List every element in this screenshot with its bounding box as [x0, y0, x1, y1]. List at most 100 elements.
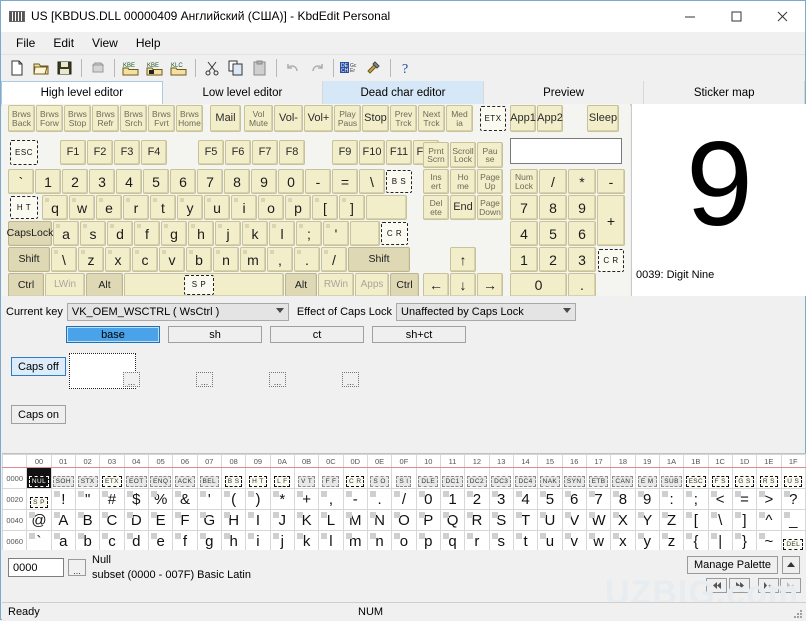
charmap-cell[interactable]: L F [269, 467, 295, 489]
alt-left-key[interactable]: Alt [86, 273, 123, 296]
charmap-cell[interactable]: P [415, 509, 441, 531]
q-key-6[interactable]: u [204, 195, 230, 220]
charmap-cell[interactable]: ; [683, 488, 709, 510]
charmap-cell[interactable]: C [99, 509, 125, 531]
caps-effect-combo[interactable]: Unaffected by Caps Lock [396, 303, 577, 321]
numpad-divide-key[interactable]: / [539, 169, 567, 194]
num-key-12[interactable]: = [332, 169, 358, 194]
num-key-13[interactable]: \ [359, 169, 385, 194]
a-key-2[interactable]: d [107, 221, 133, 246]
pause-key[interactable]: Pau se [477, 142, 503, 168]
q-key-1[interactable]: w [69, 195, 95, 220]
undo-icon[interactable] [281, 57, 305, 79]
charmap-cell[interactable]: V [561, 509, 587, 531]
charmap-cell[interactable]: ~ [756, 530, 782, 552]
rwin-key[interactable]: RWin [318, 273, 354, 296]
shift-left-key[interactable]: Shift [8, 247, 50, 272]
charmap-cell[interactable]: h [220, 530, 247, 552]
charmap-cell[interactable]: T [512, 509, 539, 531]
palette-add-button[interactable]: + [758, 578, 779, 593]
palette-prev-button[interactable] [706, 578, 727, 593]
q-key-8[interactable]: o [258, 195, 284, 220]
numpad-decimal-key[interactable]: . [568, 273, 596, 296]
z-key-4[interactable]: v [159, 247, 185, 272]
numpad-4-key[interactable]: 4 [510, 221, 538, 246]
charmap-cell[interactable]: r [464, 530, 490, 552]
charmap-cell[interactable]: ACK [172, 467, 198, 489]
mm-key-6[interactable]: Brws Home [176, 105, 203, 132]
mm-key-5[interactable]: Brws Fvrt [148, 105, 175, 132]
charmap-cell[interactable]: I [245, 509, 271, 531]
space-label-key[interactable]: S P [184, 275, 214, 295]
charmap-cell[interactable]: / [391, 488, 417, 510]
numpad-1-key[interactable]: 1 [510, 247, 538, 272]
open-folder-icon[interactable] [29, 57, 53, 79]
a-key-6[interactable]: j [215, 221, 241, 246]
caps-off-ct-ellipsis[interactable]: ... [269, 372, 286, 387]
charmap-cell[interactable]: Z [658, 509, 685, 531]
charmap-cell[interactable]: ) [245, 488, 271, 510]
mm-key-mail[interactable]: Mail [210, 105, 241, 132]
z-key-8[interactable]: , [267, 247, 293, 272]
fkey-F8[interactable]: F8 [279, 140, 305, 165]
num-key-1[interactable]: 1 [35, 169, 61, 194]
charmap-cell[interactable]: 2 [464, 488, 490, 510]
charmap-cell[interactable]: a [50, 530, 76, 552]
palette-next-button[interactable] [729, 578, 750, 593]
cut-icon[interactable] [200, 57, 224, 79]
charmap-cell[interactable]: ENQ [147, 467, 174, 489]
z-key-7[interactable]: m [240, 247, 266, 272]
numpad-2-key[interactable]: 2 [539, 247, 567, 272]
charmap-cell[interactable]: - [342, 488, 368, 510]
charmap-cell[interactable]: # [99, 488, 125, 510]
charmap-cell[interactable]: 5 [537, 488, 563, 510]
charmap-cell[interactable]: C R [342, 467, 368, 489]
num-key-5[interactable]: 5 [143, 169, 169, 194]
charmap-cell[interactable]: DEL [780, 530, 806, 552]
num-key-3[interactable]: 3 [89, 169, 115, 194]
charmap-cell[interactable]: [ [683, 509, 709, 531]
charmap-cell[interactable]: F [172, 509, 198, 531]
a-key-8[interactable]: l [269, 221, 295, 246]
charmap-cell[interactable]: + [293, 488, 320, 510]
charmap-cell[interactable]: | [707, 530, 733, 552]
mm-key-nexttrack[interactable]: Next Trck [418, 105, 445, 132]
ctrl-left-key[interactable]: Ctrl [8, 273, 44, 296]
charmap-cell[interactable]: f [172, 530, 198, 552]
shift-state-sh[interactable]: sh [168, 326, 262, 343]
arrow-down-key[interactable]: ↓ [450, 273, 476, 296]
numpad-minus-key[interactable]: - [597, 169, 625, 194]
num-key-8[interactable]: 8 [224, 169, 250, 194]
alt-right-key[interactable]: Alt [285, 273, 317, 296]
mm-key-3[interactable]: Brws Refr [92, 105, 119, 132]
mm-key-volup[interactable]: Vol+ [304, 105, 333, 132]
charmap-cell[interactable]: 6 [561, 488, 587, 510]
charmap-cell[interactable]: ] [731, 509, 758, 531]
charmap-cell[interactable]: 1 [439, 488, 466, 510]
tab-sticker-map[interactable]: Sticker map [644, 81, 805, 105]
charmap-cell[interactable]: 8 [610, 488, 636, 510]
charmap-cell[interactable]: < [707, 488, 733, 510]
charmap-cell[interactable]: l [318, 530, 344, 552]
charmap-cell[interactable]: O [391, 509, 417, 531]
q-key-7[interactable]: i [231, 195, 257, 220]
z-key-5[interactable]: b [186, 247, 212, 272]
fkey-F10[interactable]: F10 [359, 140, 385, 165]
numpad-7-key[interactable]: 7 [510, 195, 538, 220]
numpad-enter-key[interactable]: C R [598, 249, 624, 272]
a-key-10[interactable]: ' [323, 221, 349, 246]
charmap-cell[interactable]: SOH [50, 467, 76, 489]
num-key-0[interactable]: ` [8, 169, 34, 194]
charmap-cell[interactable]: B S [220, 467, 247, 489]
redo-icon[interactable] [305, 57, 329, 79]
charmap-cell[interactable]: . [366, 488, 393, 510]
q-row-blank[interactable] [366, 195, 407, 220]
a-key-9[interactable]: ; [296, 221, 322, 246]
caps-off-button[interactable]: Caps off [11, 357, 66, 376]
charmap-cell[interactable]: y [634, 530, 660, 552]
char-code-browse-button[interactable]: ... [68, 559, 86, 576]
paste-icon[interactable] [248, 57, 272, 79]
a-key-7[interactable]: k [242, 221, 268, 246]
charmap-cell[interactable]: S P [26, 488, 52, 510]
mm-key-media[interactable]: Med ia [446, 105, 473, 132]
